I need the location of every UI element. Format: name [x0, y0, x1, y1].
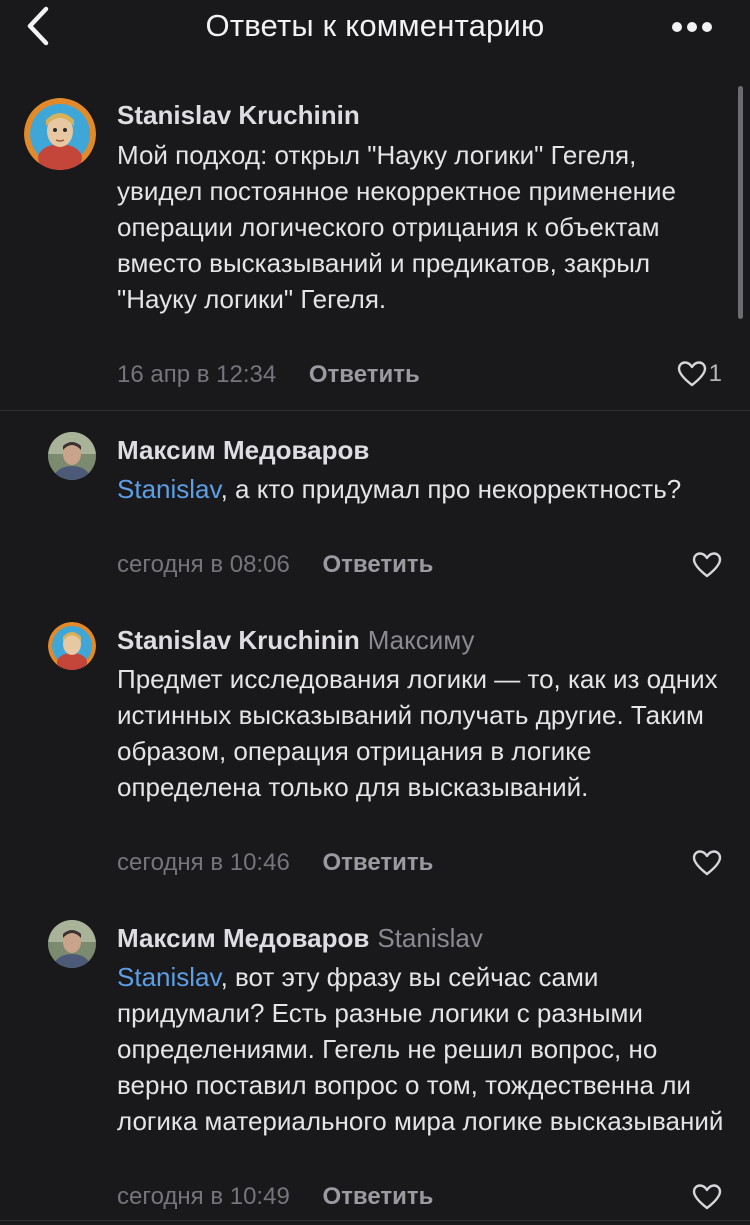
heart-outline-icon — [677, 361, 706, 387]
heart-outline-icon — [692, 552, 722, 578]
comment-meta: сегодня в 10:49 Ответить — [117, 1183, 433, 1211]
comment-author[interactable]: Максим Медоваров — [117, 435, 369, 465]
divider — [0, 410, 750, 411]
reply-to-label[interactable]: Stanislav — [377, 923, 483, 953]
mention-link[interactable]: Stanislav — [117, 962, 221, 992]
reply-button[interactable]: Ответить — [322, 849, 433, 876]
heart-outline-icon — [692, 850, 722, 876]
comment-text: Stanislav, вот эту фразу вы сейчас сами … — [117, 959, 727, 1139]
mention-link[interactable]: Stanislav — [117, 474, 221, 504]
like-count: 1 — [708, 360, 722, 387]
comment-timestamp: сегодня в 08:06 — [117, 551, 290, 578]
comment-author[interactable]: Максим Медоваров — [117, 923, 369, 953]
comment-timestamp: сегодня в 10:46 — [117, 849, 290, 876]
heart-outline-icon — [692, 1184, 722, 1210]
page-title: Ответы к комментарию — [205, 8, 545, 43]
comment-meta: сегодня в 08:06 Ответить — [117, 551, 433, 579]
like-button[interactable] — [692, 551, 722, 579]
reply-button[interactable]: Ответить — [322, 551, 433, 578]
comment-author[interactable]: Stanislav Kruchinin — [117, 100, 360, 130]
like-button[interactable] — [692, 1183, 722, 1211]
avatar[interactable] — [48, 432, 96, 480]
comment-header: Stanislav Kruchinin Максиму — [117, 625, 475, 656]
comment-header: Stanislav Kruchinin — [117, 100, 360, 131]
comment-meta: 16 апр в 12:34 Ответить — [117, 361, 420, 389]
more-options-button[interactable] — [664, 12, 720, 42]
reply-to-label[interactable]: Максиму — [368, 625, 475, 655]
comment-timestamp: 16 апр в 12:34 — [117, 361, 277, 388]
more-dots-icon — [672, 22, 712, 32]
avatar[interactable] — [48, 920, 96, 968]
like-button[interactable]: 1 — [677, 360, 722, 388]
top-bar: Ответы к комментарию — [0, 0, 750, 52]
comment-header: Максим Медоваров — [117, 435, 369, 466]
avatar[interactable] — [24, 98, 96, 170]
comment-text: Stanislav, а кто придумал про некорректн… — [117, 471, 727, 507]
scrollbar[interactable] — [738, 86, 743, 319]
comment-timestamp: сегодня в 10:49 — [117, 1183, 290, 1210]
comment-text: Предмет исследования логики — то, как из… — [117, 664, 718, 802]
reply-button[interactable]: Ответить — [322, 1183, 433, 1210]
divider — [0, 1220, 750, 1221]
comment-body: , а кто придумал про некорректность? — [220, 474, 682, 504]
like-button[interactable] — [692, 849, 722, 877]
comment-header: Максим Медоваров Stanislav — [117, 923, 483, 954]
comment-meta: сегодня в 10:46 Ответить — [117, 849, 433, 877]
reply-button[interactable]: Ответить — [309, 361, 420, 388]
comment-text: Мой подход: открыл "Науку логики" Гегеля… — [117, 140, 677, 314]
avatar[interactable] — [48, 622, 96, 670]
comment-author[interactable]: Stanislav Kruchinin — [117, 625, 360, 655]
